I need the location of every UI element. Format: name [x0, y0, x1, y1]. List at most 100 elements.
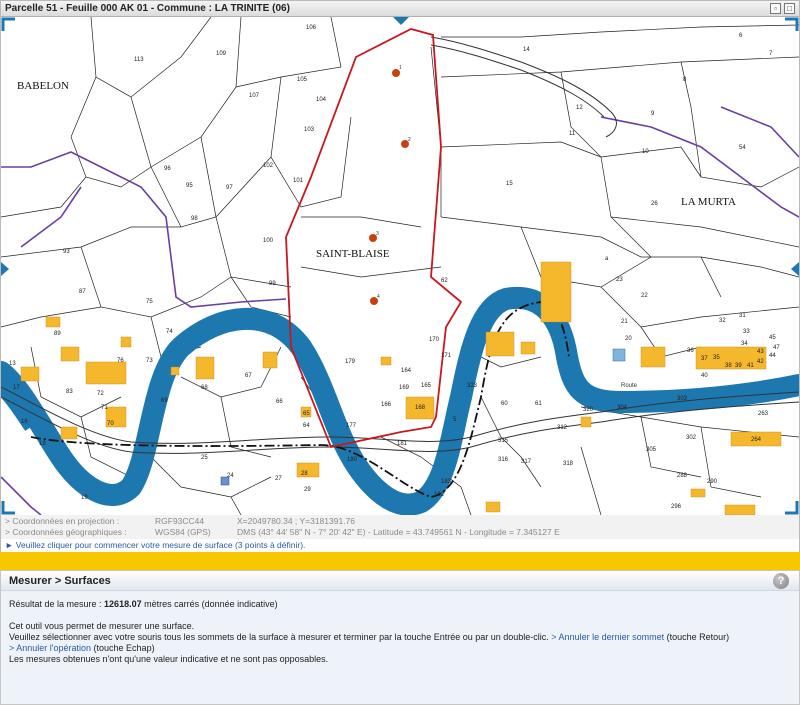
svg-text:10: 10 [642, 149, 649, 155]
help-text-1: Cet outil vous permet de mesurer une sur… [9, 621, 195, 631]
place-name: SAINT-BLAISE [316, 248, 390, 260]
svg-text:101: 101 [293, 178, 304, 184]
map-window: Parcelle 51 - Feuille 000 AK 01 - Commun… [0, 0, 800, 552]
svg-text:83: 83 [66, 389, 73, 395]
measure-result: Résultat de la mesure : 12618.07 mètres … [9, 599, 278, 609]
svg-text:97: 97 [226, 185, 233, 191]
svg-text:303: 303 [677, 396, 688, 402]
coordinates-readout: > Coordonnées en projection : RGF93CC44 … [1, 515, 799, 539]
svg-text:22: 22 [641, 293, 648, 299]
svg-text:64: 64 [303, 423, 310, 429]
svg-text:68: 68 [201, 385, 208, 391]
cadastral-map[interactable]: BABELON SAINT-BLAISE LA MURTA Route 106 … [1, 17, 799, 515]
svg-text:182: 182 [434, 492, 445, 498]
help-text-3: > Annuler l'opération (touche Echap) [9, 643, 155, 653]
svg-text:39: 39 [735, 363, 742, 369]
svg-text:181: 181 [397, 441, 408, 447]
help-icon[interactable]: ? [773, 573, 789, 589]
svg-text:99: 99 [269, 281, 276, 287]
svg-text:13: 13 [9, 361, 16, 367]
svg-text:23: 23 [616, 277, 623, 283]
projection-value: X=2049780.34 ; Y=3181391.76 [237, 516, 356, 526]
geo-system: WGS84 (GPS) [155, 527, 211, 537]
svg-text:103: 103 [304, 127, 315, 133]
svg-text:102: 102 [263, 163, 274, 169]
svg-text:69: 69 [161, 398, 168, 404]
svg-text:87: 87 [79, 289, 86, 295]
svg-text:76: 76 [117, 358, 124, 364]
svg-text:98: 98 [191, 216, 198, 222]
svg-text:177: 177 [346, 423, 357, 429]
svg-text:73: 73 [146, 358, 153, 364]
svg-text:45: 45 [769, 335, 776, 341]
svg-text:70: 70 [107, 421, 114, 427]
svg-text:290: 290 [707, 479, 718, 485]
panel-body: Résultat de la mesure : 12618.07 mètres … [1, 591, 799, 673]
svg-text:62: 62 [441, 278, 448, 284]
panel-title: Mesurer > Surfaces [9, 575, 111, 587]
undo-last-vertex-link[interactable]: > Annuler le dernier sommet [551, 632, 664, 642]
svg-text:107: 107 [249, 93, 260, 99]
svg-text:100: 100 [263, 238, 274, 244]
svg-text:168: 168 [415, 405, 426, 411]
map-canvas[interactable]: BABELON SAINT-BLAISE LA MURTA Route 106 … [1, 17, 799, 515]
window-titlebar: Parcelle 51 - Feuille 000 AK 01 - Commun… [1, 1, 799, 17]
svg-text:4: 4 [377, 294, 380, 300]
projection-system: RGF93CC44 [155, 516, 205, 526]
svg-text:302: 302 [686, 435, 697, 441]
help-text-2: Veuillez sélectionner avec votre souris … [9, 632, 730, 642]
svg-text:20: 20 [625, 336, 632, 342]
svg-text:41: 41 [747, 363, 754, 369]
svg-text:67: 67 [245, 373, 252, 379]
svg-text:113: 113 [134, 57, 144, 63]
svg-text:166: 166 [381, 402, 392, 408]
svg-text:264: 264 [751, 437, 762, 443]
svg-text:21: 21 [621, 319, 628, 325]
svg-text:14: 14 [523, 47, 530, 53]
svg-text:72: 72 [97, 391, 104, 397]
svg-text:38: 38 [725, 363, 732, 369]
svg-text:35: 35 [713, 355, 720, 361]
svg-text:109: 109 [216, 51, 227, 57]
road-label: Route [621, 383, 638, 389]
svg-text:164: 164 [401, 368, 412, 374]
svg-text:95: 95 [186, 183, 193, 189]
svg-text:19: 19 [81, 495, 88, 501]
svg-text:16: 16 [21, 419, 28, 425]
place-name: LA MURTA [681, 196, 736, 208]
place-name: BABELON [17, 80, 69, 92]
svg-text:40: 40 [701, 373, 708, 379]
svg-text:54: 54 [739, 145, 746, 151]
svg-text:93: 93 [63, 249, 70, 255]
svg-text:66: 66 [276, 399, 283, 405]
svg-text:318: 318 [563, 461, 574, 467]
svg-text:165: 165 [421, 383, 432, 389]
svg-text:305: 305 [646, 447, 657, 453]
svg-text:34: 34 [741, 341, 748, 347]
svg-text:1: 1 [399, 65, 402, 71]
projection-label: > Coordonnées en projection : [5, 516, 120, 526]
svg-text:36: 36 [687, 348, 694, 354]
svg-text:323: 323 [467, 383, 478, 389]
svg-text:12: 12 [576, 105, 583, 111]
svg-text:169: 169 [399, 385, 410, 391]
restore-icon[interactable]: ▫ [770, 3, 781, 14]
svg-text:28: 28 [301, 471, 308, 477]
svg-text:315: 315 [498, 438, 509, 444]
svg-text:263: 263 [758, 411, 769, 417]
svg-text:320: 320 [583, 407, 594, 413]
svg-text:31: 31 [739, 313, 746, 319]
cancel-operation-link[interactable]: > Annuler l'opération [9, 643, 91, 653]
maximize-icon[interactable]: □ [784, 3, 795, 14]
svg-text:317: 317 [521, 459, 532, 465]
svg-text:312: 312 [557, 425, 568, 431]
svg-text:24: 24 [227, 473, 234, 479]
svg-text:304: 304 [617, 405, 628, 411]
help-text-4: Les mesures obtenues n'ont qu'une valeur… [9, 654, 329, 664]
svg-text:75: 75 [146, 299, 153, 305]
measure-status: ► Veuillez cliquer pour commencer votre … [1, 539, 799, 552]
svg-text:296: 296 [671, 504, 682, 510]
svg-text:18: 18 [39, 441, 46, 447]
svg-text:316: 316 [498, 457, 509, 463]
geo-value: DMS (43° 44' 58" N - 7° 20' 42" E) - Lat… [237, 527, 560, 537]
